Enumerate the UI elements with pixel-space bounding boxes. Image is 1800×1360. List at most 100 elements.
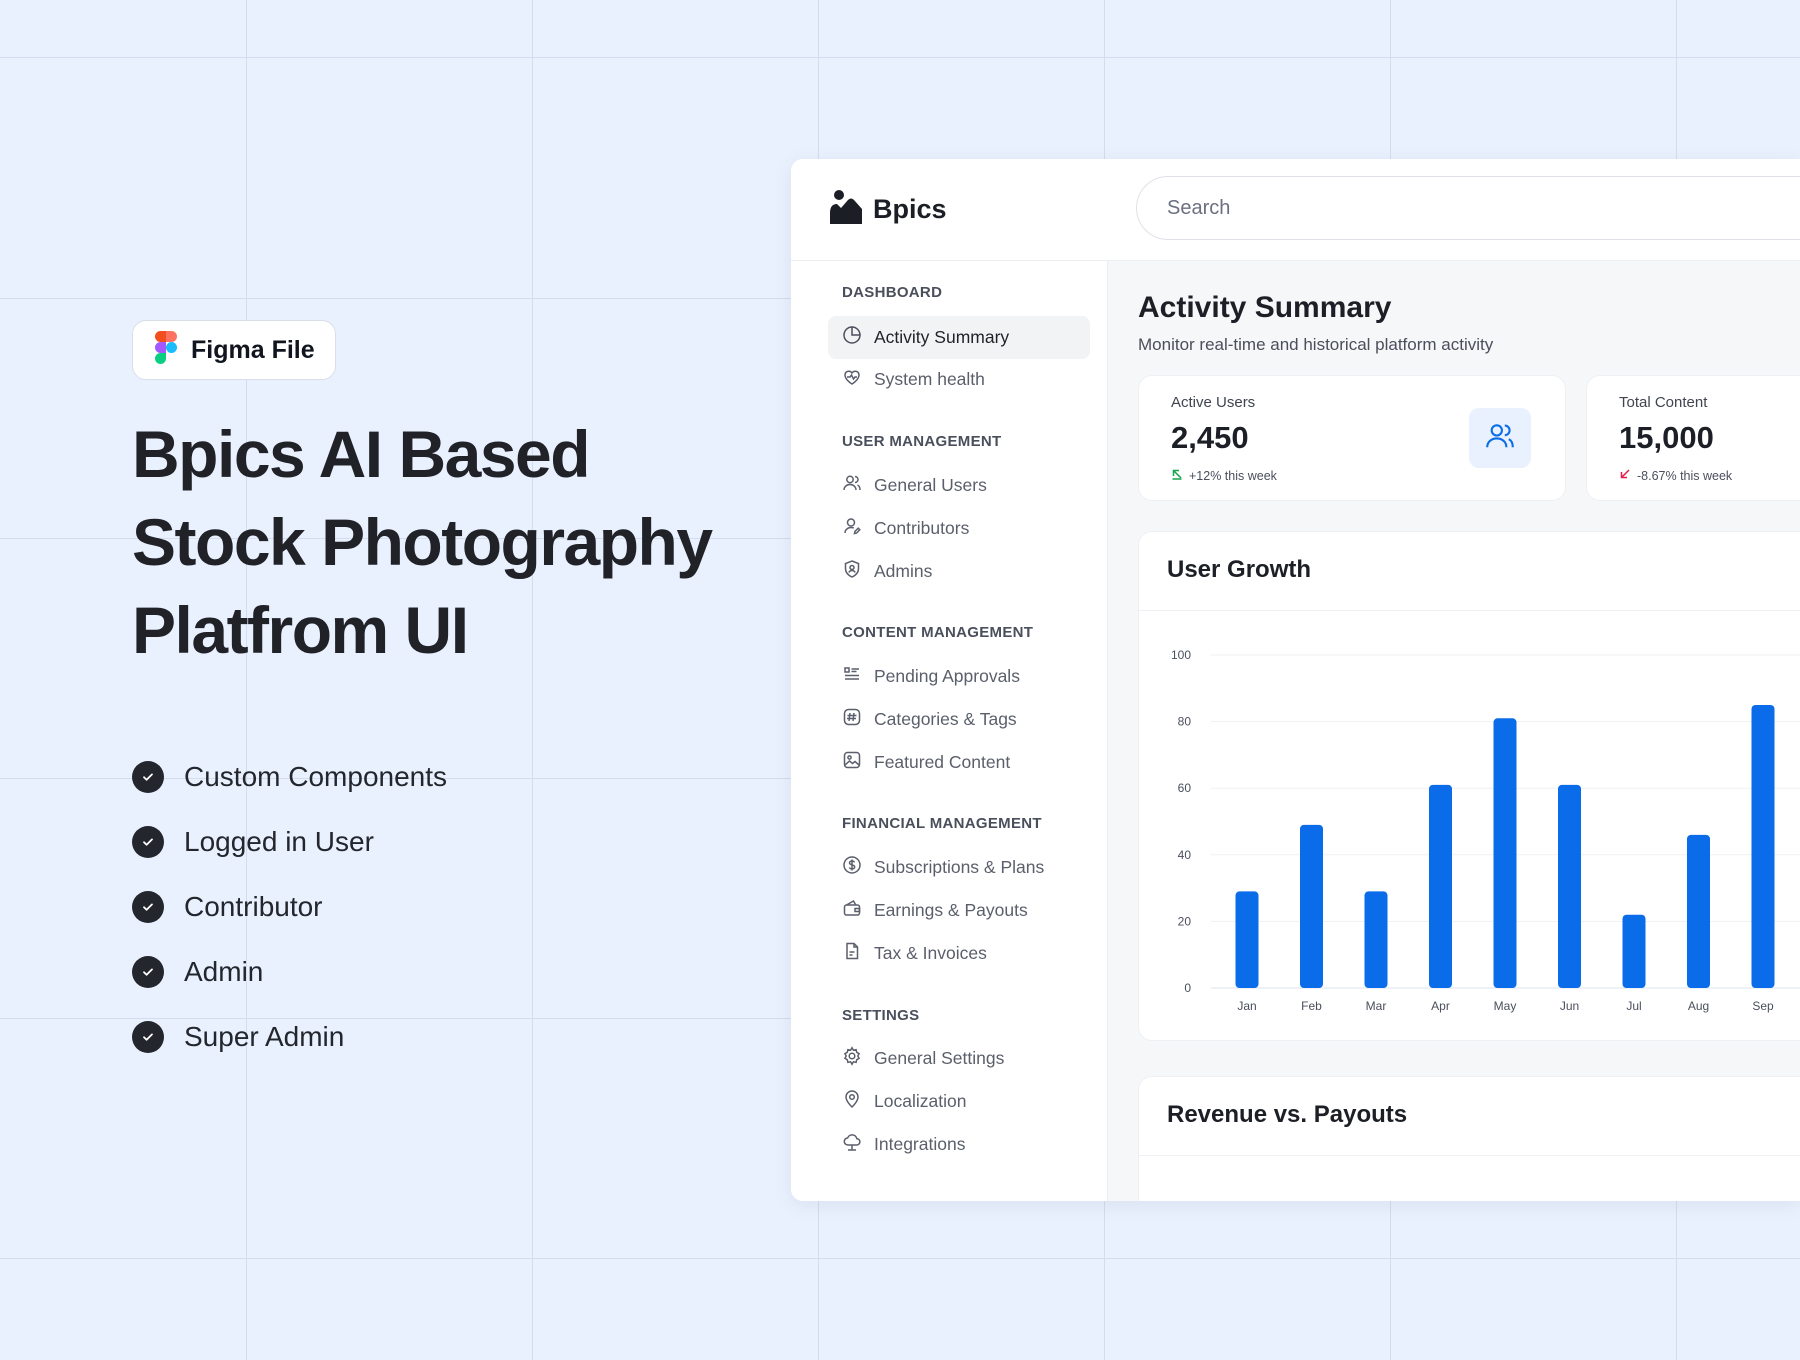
y-tick-label: 40	[1178, 848, 1192, 862]
check-circle-icon	[132, 825, 164, 858]
sidebar-item-system-health[interactable]: System health	[828, 358, 1090, 401]
bar	[1429, 784, 1452, 988]
feature-item: Super Admin	[132, 1004, 447, 1069]
sidebar-item-contributors[interactable]: Contributors	[828, 507, 1090, 550]
figma-file-label: Figma File	[191, 335, 315, 364]
figma-file-badge: Figma File	[132, 320, 336, 380]
sidebar-item-label: Integrations	[874, 1134, 966, 1154]
x-tick-label: Jul	[1626, 999, 1641, 1013]
app-header: Bpics	[791, 159, 1800, 261]
x-tick-label: May	[1494, 999, 1517, 1013]
y-tick-label: 60	[1178, 781, 1192, 795]
grid-line	[0, 1258, 1800, 1259]
revenue-payouts-card: Revenue vs. Payouts	[1138, 1076, 1800, 1201]
hero-title: Bpics AI Based Stock Photography Platfro…	[132, 410, 752, 674]
bar	[1622, 914, 1646, 988]
page-subtitle: Monitor real-time and historical platfor…	[1138, 335, 1494, 354]
feature-label: Admin	[184, 955, 264, 987]
feature-item: Custom Components	[132, 744, 447, 809]
sidebar-item-label: Admins	[874, 561, 933, 581]
sidebar-item-label: Earnings & Payouts	[874, 900, 1028, 920]
sidebar-item-label: Subscriptions & Plans	[874, 857, 1045, 877]
gear-icon	[842, 1046, 862, 1071]
x-tick-label: Aug	[1688, 999, 1709, 1013]
bar	[1558, 784, 1581, 988]
y-tick-label: 80	[1178, 715, 1192, 729]
y-tick-label: 100	[1171, 648, 1191, 662]
bar	[1364, 891, 1388, 988]
location-pin-icon	[842, 1089, 862, 1114]
main-content: Activity Summary Monitor real-time and h…	[1108, 261, 1800, 1201]
stat-label: Total Content	[1619, 394, 1708, 411]
dollar-circle-icon	[842, 855, 862, 880]
sidebar-item-label: System health	[874, 369, 985, 389]
sidebar-item-label: General Users	[874, 475, 987, 495]
sidebar-item-subscriptions-plans[interactable]: Subscriptions & Plans	[828, 846, 1090, 889]
bar	[1235, 891, 1259, 988]
stat-trend: -8.67% this week	[1619, 468, 1732, 483]
sidebar-item-integrations[interactable]: Integrations	[828, 1123, 1090, 1166]
list-icon	[842, 664, 862, 689]
shield-user-icon	[842, 559, 862, 584]
feature-label: Logged in User	[184, 825, 374, 857]
pie-chart-icon	[842, 325, 862, 350]
figma-logo-icon	[155, 331, 177, 369]
chart-title: User Growth	[1167, 556, 1312, 583]
sidebar-item-label: Categories & Tags	[874, 709, 1017, 729]
mountain-logo-icon	[829, 189, 863, 230]
stat-icon-box	[1469, 408, 1531, 468]
sidebar-section-title: SETTINGS	[842, 1007, 920, 1024]
trend-up-arrow-icon	[1171, 468, 1183, 483]
search-bar[interactable]	[1136, 176, 1800, 240]
sidebar-item-activity-summary[interactable]: Activity Summary	[828, 316, 1090, 359]
hashtag-icon	[842, 707, 862, 732]
wallet-icon	[842, 898, 862, 923]
user-growth-chart: 0 20 40 60 80 100 Jan Feb Mar Apr May Jun Jul Aug Sep	[1171, 648, 1800, 1013]
stat-trend-text: -8.67% this week	[1637, 468, 1733, 483]
sidebar-item-tax-invoices[interactable]: Tax & Invoices	[828, 932, 1090, 975]
feature-label: Contributor	[184, 890, 323, 922]
user-edit-icon	[842, 516, 862, 541]
sidebar-section-title: DASHBOARD	[842, 284, 943, 301]
x-tick-label: Jan	[1237, 999, 1256, 1013]
bar	[1687, 834, 1710, 988]
sidebar-item-featured-content[interactable]: Featured Content	[828, 741, 1090, 784]
sidebar-section-title: FINANCIAL MANAGEMENT	[842, 815, 1042, 832]
search-input[interactable]	[1165, 195, 1769, 221]
stat-card-total-content[interactable]: Total Content 15,000 -8.67% this week	[1586, 375, 1800, 501]
hero-title-line: Bpics AI Based	[132, 417, 591, 491]
sidebar-item-label: Tax & Invoices	[874, 943, 987, 963]
document-icon	[842, 941, 862, 966]
page-title: Activity Summary	[1138, 291, 1392, 324]
sidebar-item-general-users[interactable]: General Users	[828, 464, 1090, 507]
sidebar-item-general-settings[interactable]: General Settings	[828, 1037, 1090, 1080]
feature-label: Custom Components	[184, 760, 448, 792]
sidebar-item-localization[interactable]: Localization	[828, 1080, 1090, 1123]
heart-pulse-icon	[842, 367, 862, 392]
y-tick-label: 20	[1178, 914, 1192, 928]
stat-trend: +12% this week	[1171, 468, 1277, 483]
sidebar-section-title: CONTENT MANAGEMENT	[842, 624, 1034, 641]
feature-item: Logged in User	[132, 809, 447, 874]
sidebar-item-label: Contributors	[874, 518, 970, 538]
x-tick-label: Jun	[1560, 999, 1579, 1013]
sidebar-item-earnings-payouts[interactable]: Earnings & Payouts	[828, 889, 1090, 932]
brand-logo[interactable]: Bpics	[829, 189, 947, 230]
users-icon	[1484, 420, 1516, 457]
y-tick-label: 0	[1184, 981, 1191, 995]
sidebar-item-admins[interactable]: Admins	[828, 550, 1090, 593]
stat-label: Active Users	[1171, 394, 1256, 411]
grid-line	[0, 57, 1800, 58]
divider	[1139, 1155, 1800, 1156]
users-icon	[842, 473, 862, 498]
cloud-network-icon	[842, 1132, 862, 1157]
x-tick-label: Feb	[1301, 999, 1322, 1013]
check-circle-icon	[132, 955, 164, 988]
feature-label: Super Admin	[184, 1020, 345, 1052]
check-circle-icon	[132, 890, 164, 923]
sidebar-item-pending-approvals[interactable]: Pending Approvals	[828, 655, 1090, 698]
sidebar-item-categories-tags[interactable]: Categories & Tags	[828, 698, 1090, 741]
stat-value: 2,450	[1171, 420, 1249, 455]
check-circle-icon	[132, 760, 164, 793]
stat-card-active-users[interactable]: Active Users 2,450 +12% this week	[1138, 375, 1566, 501]
